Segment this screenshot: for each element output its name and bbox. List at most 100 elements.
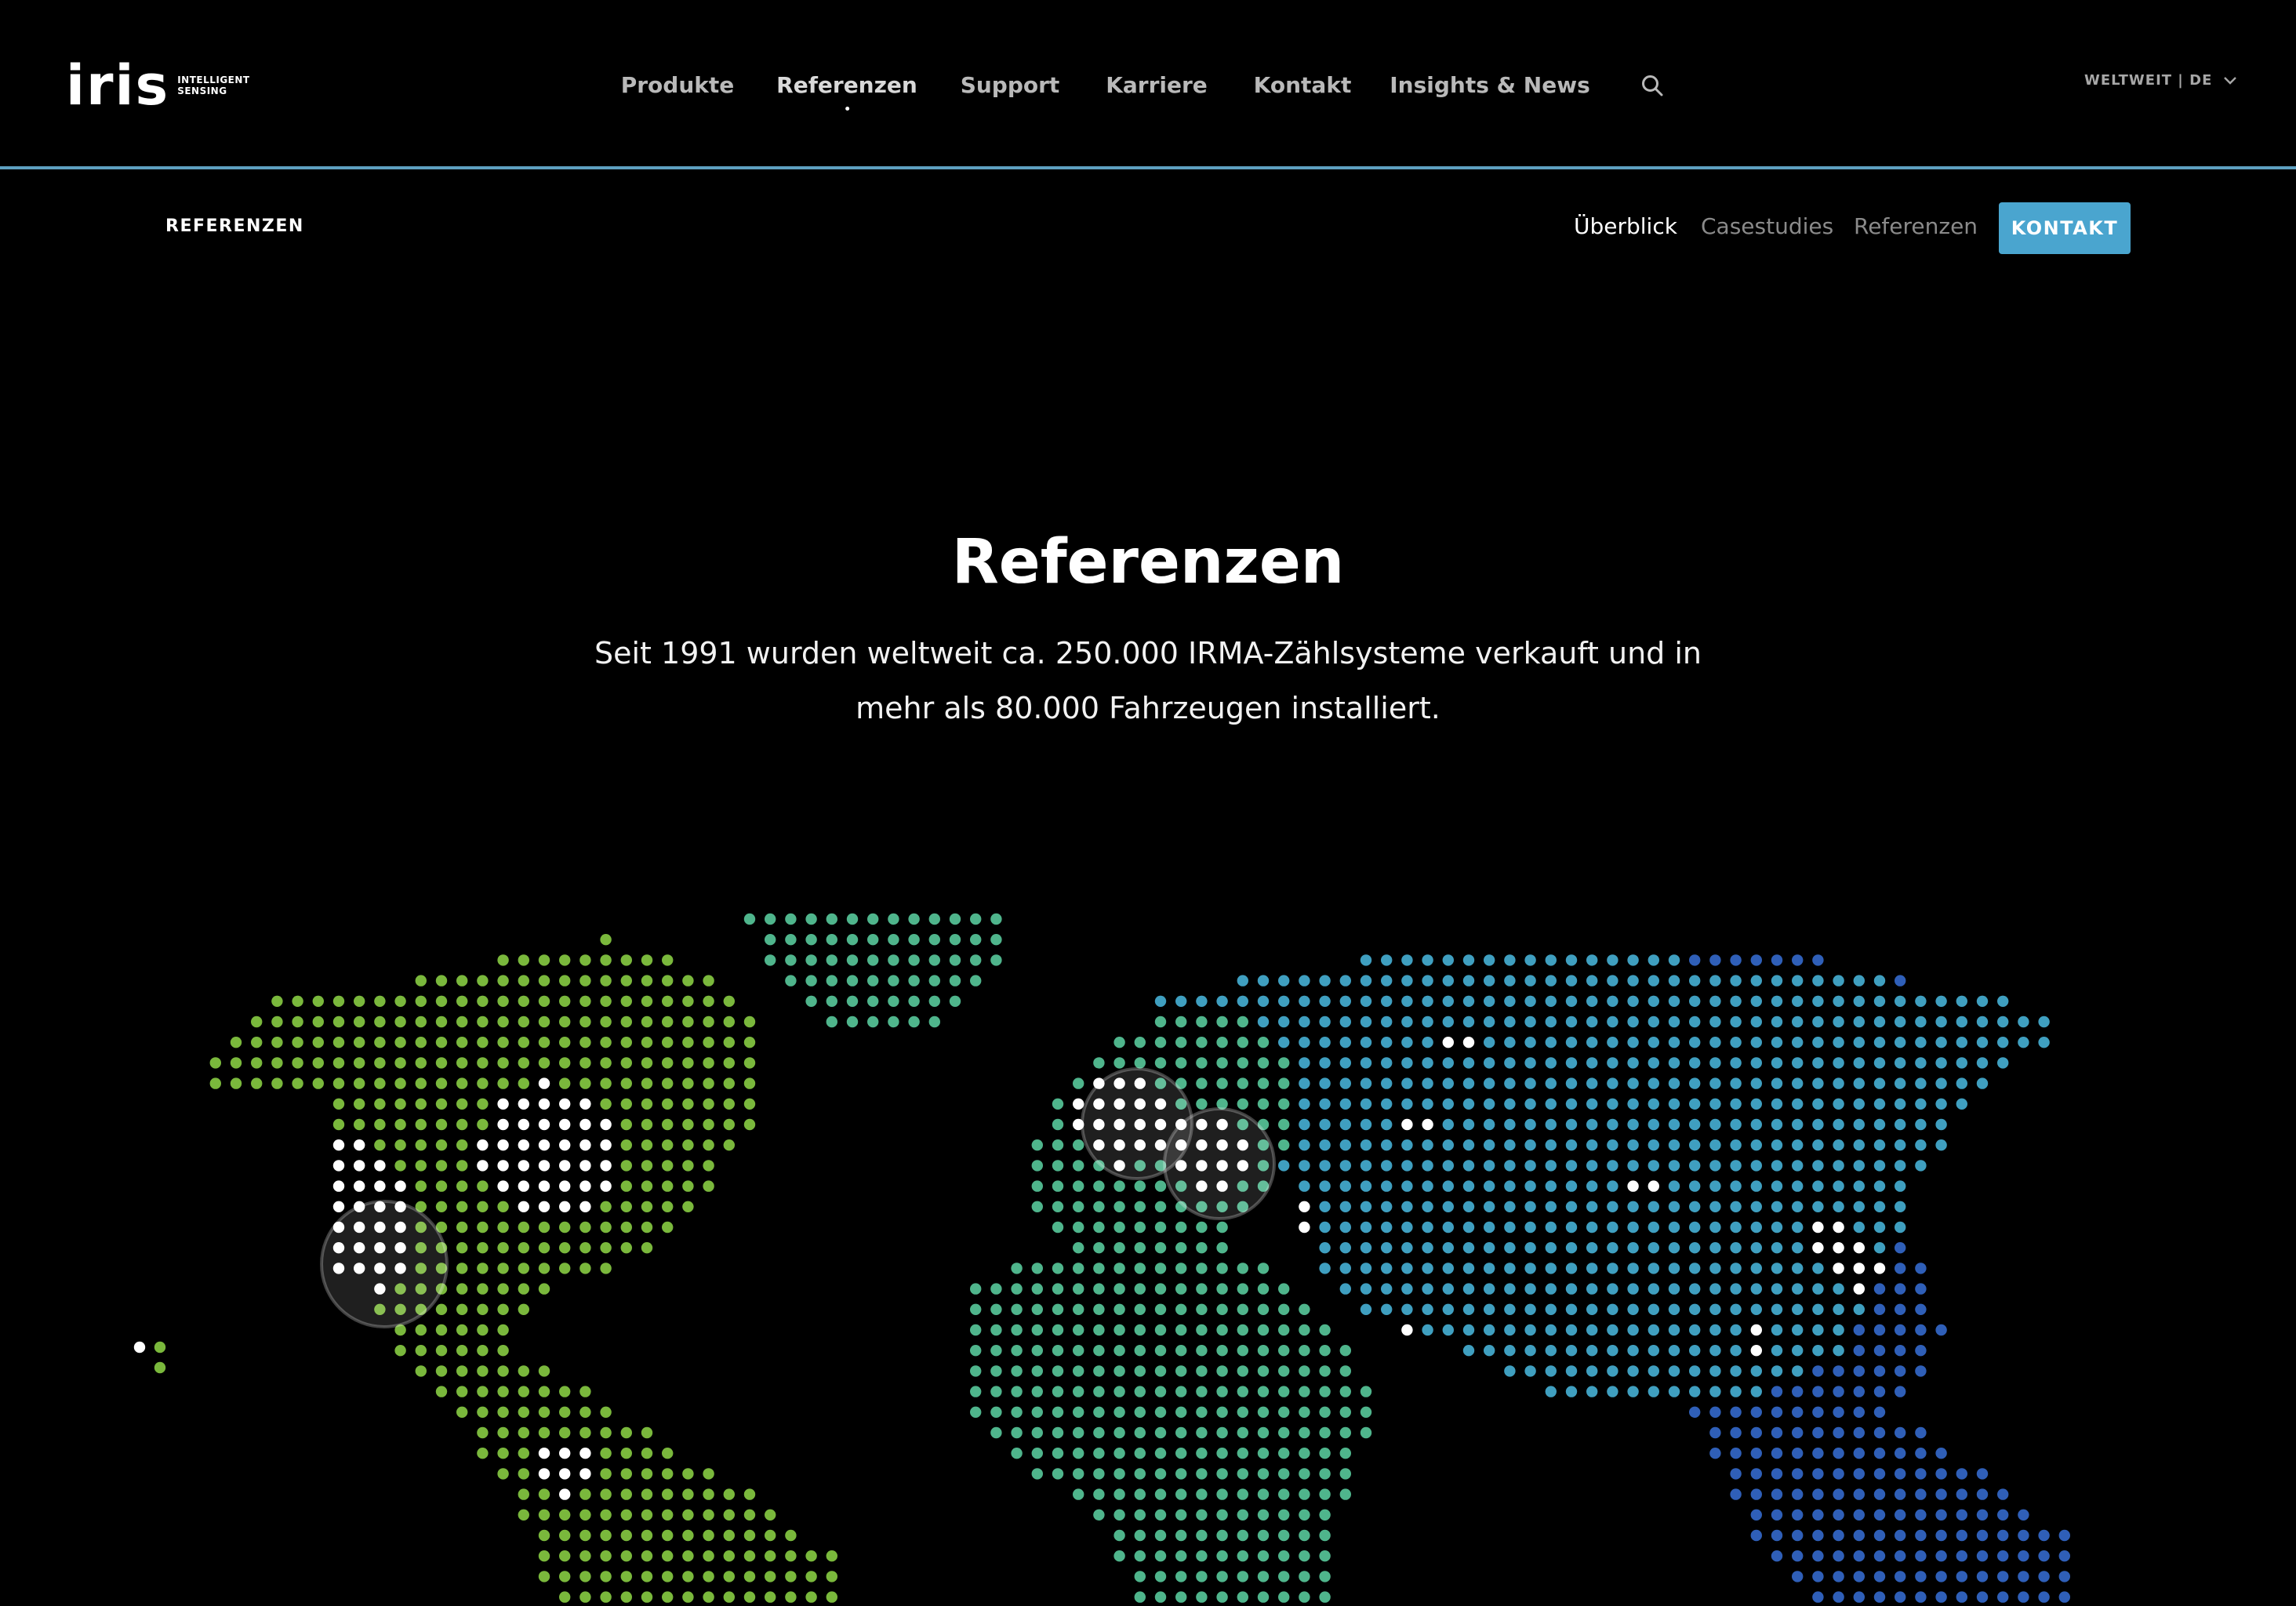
world-map[interactable] <box>0 894 2296 1606</box>
map-dot <box>1524 1345 1536 1357</box>
map-dot <box>435 1057 448 1069</box>
reference-marker[interactable] <box>320 1200 449 1328</box>
map-dot <box>1648 1037 1659 1048</box>
map-dot <box>600 1016 612 1028</box>
map-dot <box>538 1426 550 1439</box>
locale-selector[interactable]: WELTWEIT | DE <box>2084 72 2237 89</box>
map-dot <box>415 1160 427 1172</box>
map-dot <box>1565 1016 1578 1028</box>
map-dot <box>703 1118 714 1131</box>
map-dot <box>1709 995 1721 1008</box>
nav-item-produkte[interactable]: Produkte <box>621 66 735 105</box>
search-icon[interactable] <box>1640 74 1664 97</box>
map-dot <box>1689 1077 1701 1089</box>
map-dot <box>1627 1098 1639 1110</box>
nav-item-support[interactable]: Support <box>961 66 1060 105</box>
map-dot <box>559 1118 571 1131</box>
nav-item-kontakt[interactable]: Kontakt <box>1254 66 1352 105</box>
reference-marker[interactable] <box>1163 1107 1276 1220</box>
map-dot <box>579 1180 591 1192</box>
map-dot <box>1730 1426 1742 1439</box>
map-dot <box>559 1201 571 1213</box>
nav-item-insights-news[interactable]: Insights & News <box>1390 66 1590 105</box>
map-dot <box>1812 1263 1824 1274</box>
map-dot <box>1689 1406 1701 1419</box>
map-dot <box>1976 1550 1989 1562</box>
map-dot <box>1422 1263 1433 1274</box>
kontakt-button[interactable]: KONTAKT <box>1999 202 2131 254</box>
map-dot <box>1853 1077 1865 1089</box>
map-dot <box>312 1037 324 1048</box>
map-dot <box>888 934 899 946</box>
map-dot <box>538 1448 550 1459</box>
map-dot <box>1381 1160 1393 1172</box>
map-dot <box>1134 1303 1146 1316</box>
map-dot <box>1134 1345 1146 1357</box>
map-dot <box>1052 1118 1064 1131</box>
map-dot <box>1545 1242 1557 1254</box>
map-dot <box>497 1180 509 1192</box>
map-dot <box>2018 1509 2029 1521</box>
map-dot <box>1956 1077 1967 1089</box>
map-dot <box>1175 1406 1187 1419</box>
map-dot <box>1792 975 1804 986</box>
map-dot <box>1771 1386 1783 1397</box>
map-dot <box>1360 1118 1372 1131</box>
map-dot <box>1771 995 1783 1008</box>
map-dot <box>1401 1098 1413 1110</box>
map-dot <box>1462 1057 1475 1069</box>
map-dot <box>765 1550 776 1562</box>
map-dot <box>1504 1057 1516 1069</box>
map-dot <box>1935 1118 1947 1131</box>
map-dot <box>1648 1263 1659 1274</box>
map-dot <box>1524 1077 1536 1089</box>
map-dot <box>477 975 489 986</box>
map-dot <box>1113 1529 1125 1542</box>
map-dot <box>1319 1509 1331 1521</box>
map-dot <box>271 1077 283 1089</box>
map-dot <box>230 1057 242 1069</box>
map-dot <box>456 1406 468 1419</box>
map-dot <box>1093 1468 1105 1480</box>
nav-item-karriere[interactable]: Karriere <box>1106 66 1208 105</box>
map-dot <box>1915 1283 1927 1295</box>
map-dot <box>1750 1180 1762 1192</box>
map-dot <box>1196 1221 1208 1234</box>
map-dot <box>435 1098 448 1110</box>
map-dot <box>970 1386 982 1397</box>
map-dot <box>1709 1365 1721 1377</box>
map-dot <box>888 975 899 986</box>
subnav-link-referenzen[interactable]: Referenzen <box>1854 213 1978 239</box>
map-dot <box>990 1283 1002 1295</box>
subnav-link-casestudies[interactable]: Casestudies <box>1701 213 1833 239</box>
map-dot <box>1175 1242 1187 1254</box>
map-dot <box>1853 1571 1865 1582</box>
map-dot <box>1196 1303 1208 1316</box>
map-dot <box>1895 995 1906 1008</box>
map-dot <box>682 1571 694 1582</box>
map-dot <box>1853 1242 1865 1254</box>
map-dot <box>1689 1263 1701 1274</box>
map-dot <box>1381 1037 1393 1048</box>
subnav-link-ueberblick[interactable]: Überblick <box>1574 213 1677 239</box>
map-dot <box>1134 1242 1146 1254</box>
map-dot <box>1073 1160 1084 1172</box>
map-dot <box>538 1139 550 1151</box>
map-dot <box>1484 1037 1495 1048</box>
map-dot <box>394 1098 406 1110</box>
map-dot <box>1401 1242 1413 1254</box>
map-dot <box>1401 1118 1413 1131</box>
map-dot <box>620 1139 632 1151</box>
map-dot <box>374 1139 386 1151</box>
map-dot <box>1196 1488 1208 1500</box>
map-dot <box>1339 1221 1352 1234</box>
map-dot <box>785 1529 797 1542</box>
map-dot <box>1853 1283 1865 1295</box>
map-dot <box>682 1468 694 1480</box>
map-dot <box>1565 1283 1578 1295</box>
nav-item-referenzen[interactable]: Referenzen <box>776 66 917 111</box>
map-dot <box>1915 1098 1927 1110</box>
map-dot <box>1113 1303 1125 1316</box>
map-dot <box>1093 1242 1105 1254</box>
map-dot <box>805 975 817 986</box>
